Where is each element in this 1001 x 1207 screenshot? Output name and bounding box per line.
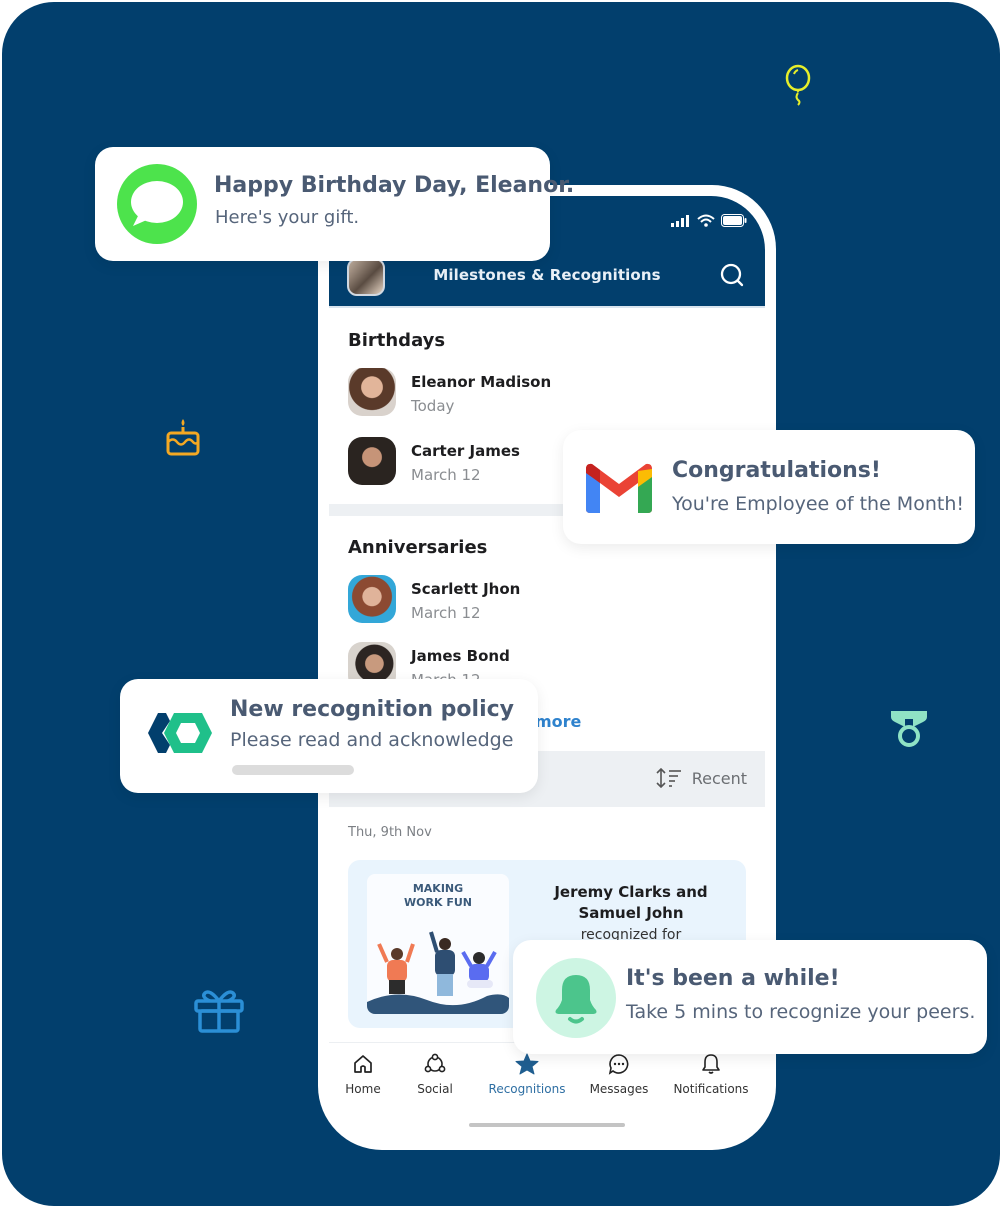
nav-social[interactable]: Social	[413, 1053, 457, 1096]
notification-title: It's been a while!	[626, 966, 840, 991]
sort-icon	[656, 768, 681, 788]
notification-body: Please read and acknowledge	[230, 729, 514, 751]
sort-label: Recent	[691, 768, 747, 788]
celebration-illustration	[367, 931, 509, 1014]
social-icon	[424, 1053, 446, 1073]
nav-home[interactable]: Home	[341, 1053, 385, 1096]
balloon-icon	[785, 64, 811, 106]
person-date: March 12	[411, 604, 481, 622]
person-name: Scarlett Jhon	[411, 580, 521, 598]
anniversaries-heading: Anniversaries	[348, 537, 488, 558]
avatar	[348, 437, 396, 485]
notification-card-policy[interactable]: New recognition policy Please read and a…	[120, 679, 538, 793]
nav-notifications[interactable]: Notifications	[671, 1053, 751, 1096]
notification-body: You're Employee of the Month!	[672, 493, 964, 515]
nav-messages[interactable]: Messages	[587, 1053, 651, 1096]
person-name: Eleanor Madison	[411, 373, 552, 391]
notification-title: Congratulations!	[672, 458, 881, 483]
see-more-link[interactable]: more	[535, 712, 581, 731]
birthdays-heading: Birthdays	[348, 330, 446, 351]
medal-icon	[891, 711, 927, 747]
message-icon	[608, 1054, 629, 1075]
avatar	[348, 575, 396, 623]
notification-body: Take 5 mins to recognize your peers.	[626, 1001, 976, 1023]
person-date: March 12	[411, 466, 481, 484]
gmail-icon	[586, 463, 652, 513]
anniversary-item[interactable]: Scarlett Jhon March 12	[348, 575, 748, 627]
policy-logo-icon	[148, 713, 212, 753]
person-date: Today	[411, 397, 455, 415]
app-header: Milestones & Recognitions	[329, 254, 765, 308]
feed-date: Thu, 9th Nov	[348, 825, 432, 840]
bottom-navigation: Home Social Recognitions Messages Notifi…	[329, 1042, 765, 1140]
notification-body: Here's your gift.	[215, 207, 360, 228]
notification-card-birthday[interactable]: Happy Birthday Day, Eleanor. Here's your…	[95, 147, 574, 261]
wifi-icon	[697, 214, 715, 227]
notification-card-congrats[interactable]: Congratulations! You're Employee of the …	[563, 430, 975, 544]
notification-title: New recognition policy	[230, 697, 515, 722]
birthday-item[interactable]: Eleanor Madison Today	[348, 368, 748, 420]
signal-icon	[671, 215, 689, 227]
image-caption: MAKING WORK FUN	[404, 882, 472, 909]
imessage-icon	[117, 164, 197, 244]
person-name: James Bond	[411, 647, 510, 665]
recognition-image: MAKING WORK FUN	[367, 874, 509, 1014]
gift-icon	[194, 990, 244, 1033]
page-title: Milestones & Recognitions	[433, 266, 661, 284]
bell-icon	[702, 1054, 720, 1074]
recognized-names: Jeremy Clarks and Samuel John	[554, 883, 708, 922]
person-name: Carter James	[411, 442, 520, 460]
star-icon	[515, 1053, 539, 1075]
bell-reminder-icon	[536, 958, 616, 1038]
home-icon	[354, 1055, 372, 1073]
home-indicator	[469, 1123, 625, 1127]
avatar	[348, 368, 396, 416]
progress-placeholder	[232, 765, 354, 775]
notification-card-reminder[interactable]: It's been a while! Take 5 mins to recogn…	[513, 940, 987, 1054]
cake-icon	[166, 419, 200, 456]
notification-title: Happy Birthday Day, Eleanor.	[214, 173, 575, 198]
nav-recognitions[interactable]: Recognitions	[487, 1053, 567, 1096]
search-icon[interactable]	[719, 262, 745, 288]
battery-icon	[721, 214, 747, 227]
sort-button[interactable]: Recent	[656, 768, 747, 788]
